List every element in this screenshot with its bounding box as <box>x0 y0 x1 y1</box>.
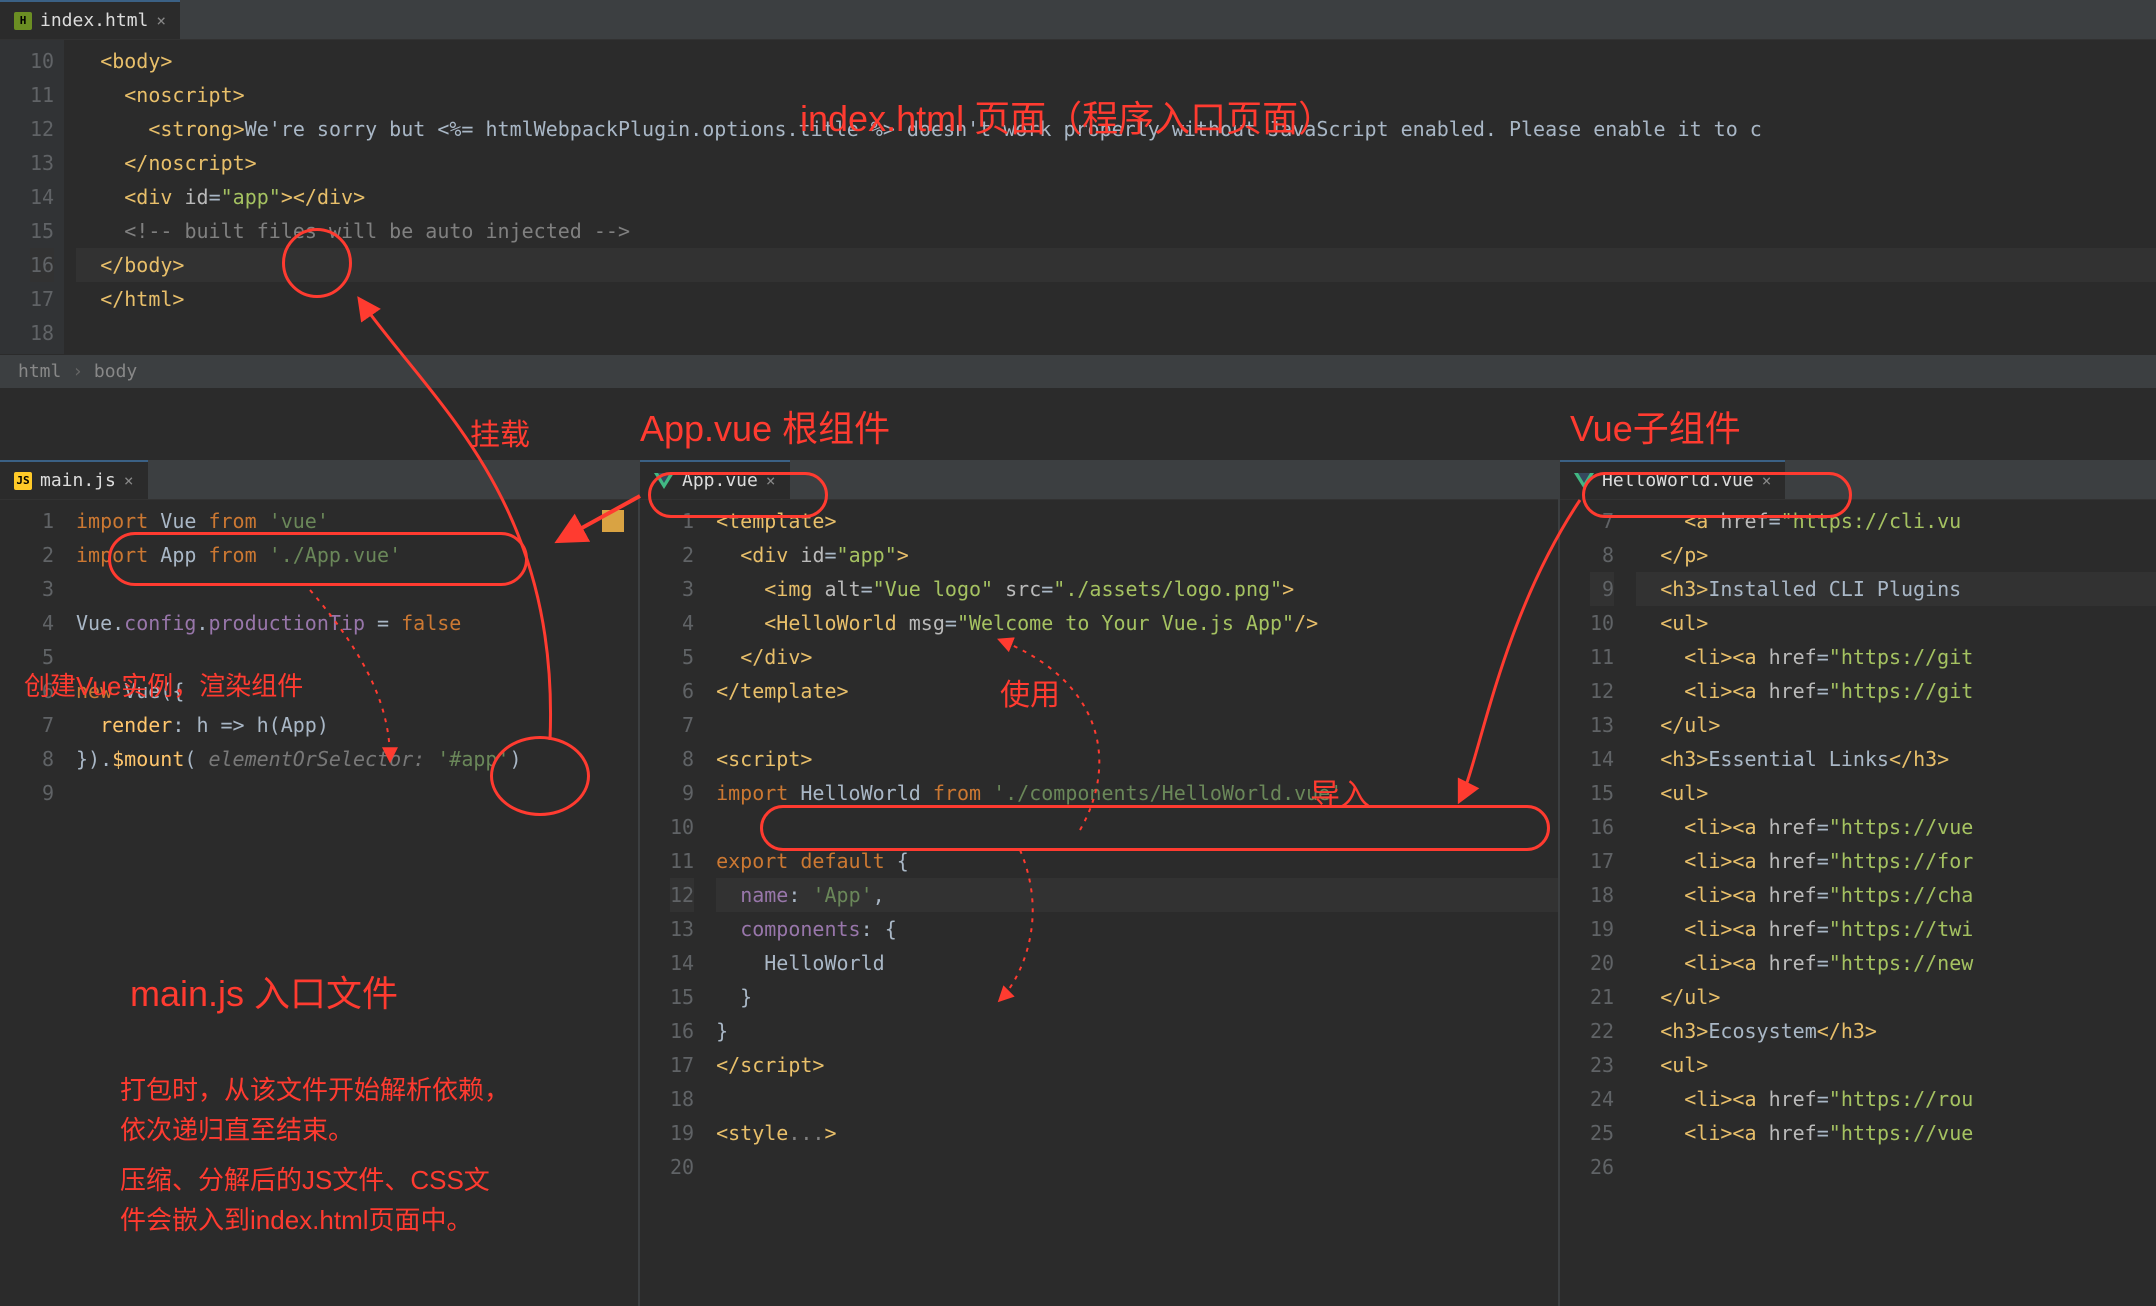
tab-label: HelloWorld.vue <box>1602 470 1754 491</box>
tab-label: index.html <box>40 10 148 31</box>
code-app[interactable]: <template> <div id="app"> <img alt="Vue … <box>704 500 1558 1188</box>
editor-app[interactable]: 1234567891011121314151617181920 <templat… <box>640 500 1558 1188</box>
tab-main-js[interactable]: JS main.js × <box>0 460 148 499</box>
tab-app-vue[interactable]: App.vue × <box>640 460 790 499</box>
editor-main[interactable]: 123456789 import Vue from 'vue'import Ap… <box>0 500 638 814</box>
editor-pane-hello: HelloWorld.vue × 78910111213141516171819… <box>1560 460 2156 1306</box>
breadcrumb-item[interactable]: body <box>72 361 137 382</box>
code-main[interactable]: import Vue from 'vue'import App from './… <box>64 500 638 814</box>
tab-label: main.js <box>40 470 116 491</box>
vue-file-icon <box>1574 473 1594 489</box>
checkmark-icon: ✔ <box>1560 506 1561 539</box>
warning-marker[interactable] <box>602 510 624 532</box>
close-icon[interactable]: × <box>124 471 134 490</box>
editor-pane-main: JS main.js × 123456789 import Vue from '… <box>0 460 640 1306</box>
editor-pane-app: App.vue × 123456789101112131415161718192… <box>640 460 1560 1306</box>
tab-bar-main: JS main.js × <box>0 460 638 500</box>
tab-index-html[interactable]: H index.html × <box>0 0 180 39</box>
tab-label: App.vue <box>682 470 758 491</box>
code-hello[interactable]: <a href="https://cli.vu </p> <h3>Install… <box>1624 500 2156 1188</box>
close-icon[interactable]: × <box>1762 471 1772 490</box>
js-file-icon: JS <box>14 472 32 490</box>
editor-index[interactable]: 101112131415161718 <body> <noscript> <st… <box>0 40 2156 354</box>
close-icon[interactable]: × <box>156 11 166 30</box>
html-file-icon: H <box>14 12 32 30</box>
code-index[interactable]: <body> <noscript> <strong>We're sorry bu… <box>64 40 2156 354</box>
gutter: 101112131415161718 <box>0 40 64 354</box>
tab-helloworld-vue[interactable]: HelloWorld.vue × <box>1560 460 1785 499</box>
gutter: 123456789 <box>0 500 64 814</box>
tab-bar-app: App.vue × <box>640 460 1558 500</box>
breadcrumb[interactable]: html body <box>0 354 2156 388</box>
editor-hello[interactable]: 7891011121314151617181920212223242526 <a… <box>1560 500 2156 1188</box>
close-icon[interactable]: × <box>766 471 776 490</box>
gutter: 7891011121314151617181920212223242526 <box>1560 500 1624 1188</box>
gutter: 1234567891011121314151617181920 <box>640 500 704 1188</box>
tab-bar-hello: HelloWorld.vue × <box>1560 460 2156 500</box>
editor-pane-index: H index.html × 101112131415161718 <body>… <box>0 0 2156 460</box>
vue-file-icon <box>654 473 674 489</box>
breadcrumb-item[interactable]: html <box>18 361 61 382</box>
tab-bar-index: H index.html × <box>0 0 2156 40</box>
